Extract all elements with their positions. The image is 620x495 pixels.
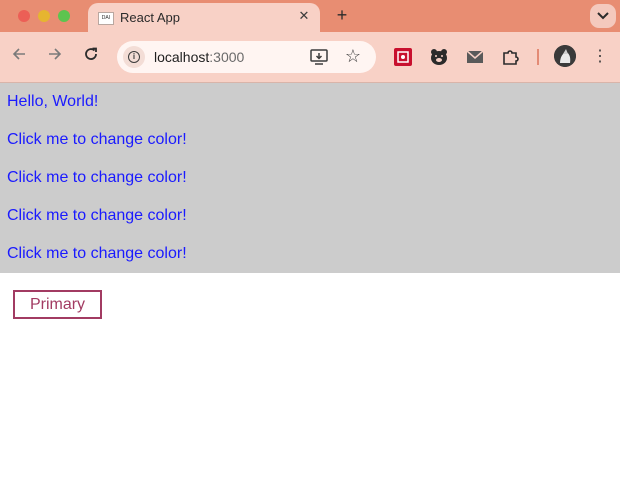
tab-title: React App bbox=[120, 10, 180, 25]
puzzle-extension-icon[interactable] bbox=[501, 47, 521, 67]
red-extension-icon[interactable] bbox=[393, 47, 413, 67]
hello-world-text[interactable]: Hello, World! bbox=[7, 93, 98, 111]
bear-extension-icon[interactable] bbox=[429, 47, 449, 67]
favicon-icon: DAI bbox=[98, 12, 114, 25]
content-block: Hello, World! Click me to change color! … bbox=[0, 83, 620, 273]
tab-strip: DAI React App ✕ + bbox=[0, 0, 620, 32]
page-viewport: Hello, World! Click me to change color! … bbox=[0, 83, 620, 495]
change-color-text[interactable]: Click me to change color! bbox=[7, 245, 187, 263]
profile-avatar[interactable] bbox=[554, 45, 576, 67]
plus-icon[interactable]: + bbox=[332, 5, 352, 25]
more-menu-icon[interactable]: ⋮ bbox=[590, 46, 610, 68]
bookmark-star-icon[interactable]: ☆ bbox=[342, 45, 364, 67]
address-bar[interactable]: i localhost:3000 ☆ bbox=[117, 41, 376, 73]
url-host: localhost bbox=[154, 49, 210, 65]
info-icon: i bbox=[128, 51, 140, 63]
tab-react-app[interactable]: DAI React App ✕ bbox=[88, 3, 320, 32]
url-port: :3000 bbox=[209, 49, 245, 65]
mail-extension-icon[interactable] bbox=[465, 47, 485, 67]
chevron-down-icon[interactable] bbox=[590, 4, 616, 28]
arrow-left-icon[interactable] bbox=[8, 46, 30, 68]
reload-icon[interactable] bbox=[80, 46, 102, 68]
minimize-window-button[interactable] bbox=[38, 10, 50, 22]
url-text[interactable]: localhost:3000 bbox=[154, 49, 244, 65]
close-window-button[interactable] bbox=[18, 10, 30, 22]
arrow-right-icon[interactable] bbox=[44, 46, 66, 68]
change-color-text[interactable]: Click me to change color! bbox=[7, 131, 187, 149]
close-icon[interactable]: ✕ bbox=[296, 8, 312, 24]
install-app-icon[interactable] bbox=[310, 49, 328, 65]
browser-toolbar: i localhost:3000 ☆ ⋮ bbox=[0, 32, 620, 83]
site-info-button[interactable]: i bbox=[123, 46, 145, 68]
maximize-window-button[interactable] bbox=[58, 10, 70, 22]
primary-button[interactable]: Primary bbox=[13, 290, 102, 319]
change-color-text[interactable]: Click me to change color! bbox=[7, 207, 187, 225]
toolbar-divider bbox=[537, 49, 539, 65]
change-color-text[interactable]: Click me to change color! bbox=[7, 169, 187, 187]
